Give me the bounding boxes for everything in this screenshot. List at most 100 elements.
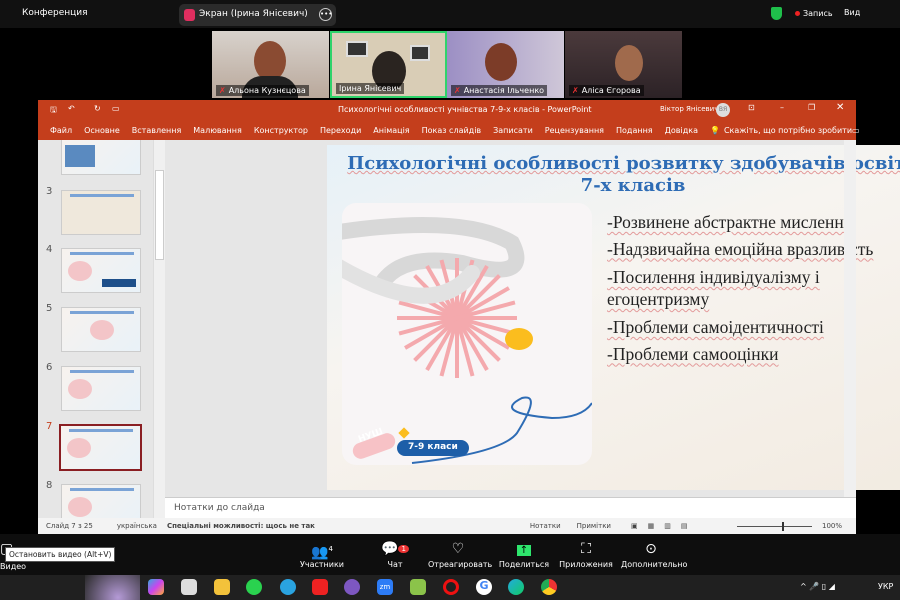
slide-thumbnails-panel: 3 4 5 6 7 8 xyxy=(38,140,165,518)
tab-animations[interactable]: Анімація xyxy=(373,126,409,135)
participant-name-text: Ірина Янісевич xyxy=(339,84,402,93)
tab-draw[interactable]: Малювання xyxy=(193,126,242,135)
slide-scrollbar[interactable] xyxy=(844,140,856,497)
zoom-app-icon[interactable]: zm xyxy=(377,579,393,595)
accessibility-status[interactable]: Спеціальні можливості: щось не так xyxy=(167,522,315,530)
comments-icon[interactable]: ▭ xyxy=(852,126,860,135)
bullet-item-continuation: егоцентризму xyxy=(607,289,710,309)
tab-design[interactable]: Конструктор xyxy=(254,126,308,135)
tab-slide-show[interactable]: Показ слайдів xyxy=(422,126,482,135)
ribbon-display-icon[interactable]: ⊡ xyxy=(748,103,755,112)
title-bar: 🖫 ↶ ↻ ▭ Психологічні особливості учнівст… xyxy=(38,100,856,120)
slide-thumbnail[interactable] xyxy=(61,140,141,175)
share-label: Поделиться xyxy=(498,560,550,569)
thumbnail-number-selected: 7 xyxy=(46,421,53,432)
chat-button[interactable]: 💬 1 Чат xyxy=(365,540,425,569)
participant-name: ✗ Альона Кузнєцова xyxy=(216,85,309,96)
recording-indicator[interactable]: Запись xyxy=(795,9,833,18)
copilot-icon[interactable] xyxy=(148,579,164,595)
apps-icon: ⛶ xyxy=(581,541,591,557)
windows-taskbar: zm G ^ 🎤 ▯ ◢ УКР xyxy=(0,575,900,600)
slide-title[interactable]: Психологічні особливості розвитку здобув… xyxy=(327,153,900,197)
participant-tile[interactable]: ✗ Аліса Єгорова xyxy=(565,31,682,98)
meeting-label[interactable]: Конференция xyxy=(22,8,88,18)
youtube-icon[interactable] xyxy=(312,579,328,595)
tab-file[interactable]: Файл xyxy=(50,126,72,135)
chrome-icon[interactable] xyxy=(541,579,557,595)
participant-name: ✗ Анастасія Ільченко xyxy=(451,85,548,96)
share-screen-icon xyxy=(184,9,195,21)
undo-icon[interactable]: ↶ xyxy=(68,104,75,113)
sunburst-shape xyxy=(397,258,517,378)
edge-icon[interactable] xyxy=(508,579,524,595)
tab-help[interactable]: Довідка xyxy=(665,126,698,135)
participant-name-text: Альона Кузнєцова xyxy=(228,86,306,95)
redo-icon[interactable]: ↻ xyxy=(94,104,101,113)
scroll-thumb[interactable] xyxy=(155,170,164,260)
apps-button[interactable]: ⛶ Приложения xyxy=(556,540,616,569)
participant-tile[interactable]: ✗ Альона Кузнєцова xyxy=(212,31,329,98)
telegram-icon[interactable] xyxy=(280,579,296,595)
slide-thumbnail[interactable] xyxy=(61,366,141,411)
participants-button[interactable]: 👥4 Участники xyxy=(292,540,352,569)
tab-home[interactable]: Основне xyxy=(84,126,120,135)
save-icon[interactable]: 🖫 xyxy=(50,104,57,118)
minimize-button[interactable]: – xyxy=(780,103,784,112)
view-buttons[interactable]: ▣▦▥▤ xyxy=(631,522,731,530)
thumbnails-scrollbar[interactable] xyxy=(153,140,165,518)
zoom-level[interactable]: 100% xyxy=(822,522,842,530)
widgets-image[interactable] xyxy=(85,575,140,600)
more-button[interactable]: ⊙ Дополнительно xyxy=(621,540,687,569)
more-options-icon[interactable]: ••• xyxy=(319,8,332,21)
slide-thumbnail[interactable] xyxy=(61,190,141,235)
tab-review[interactable]: Рецензування xyxy=(545,126,604,135)
notes-app-icon[interactable] xyxy=(410,579,426,595)
viber-icon[interactable] xyxy=(344,579,360,595)
slide-thumbnail[interactable] xyxy=(61,248,141,293)
share-arrow-icon: ↑ xyxy=(516,545,532,556)
screen-share-pill[interactable]: Экран (Ірина Янісевич) ••• xyxy=(179,4,336,26)
react-button[interactable]: ♡ Отреагировать xyxy=(428,540,492,569)
bullet-item: -Проблеми самооцінки xyxy=(607,343,779,364)
user-avatar[interactable]: ВЯ xyxy=(716,103,730,117)
restore-button[interactable]: ❐ xyxy=(808,103,815,112)
status-bar: Слайд 7 з 25 українська Спеціальні можли… xyxy=(38,518,856,534)
slide-thumbnail[interactable] xyxy=(61,307,141,352)
participant-tile[interactable]: ✗ Анастасія Ільченко xyxy=(447,31,564,98)
input-language[interactable]: УКР xyxy=(878,582,893,591)
tell-me-search[interactable]: Скажіть, що потрібно зробити xyxy=(724,126,852,135)
user-name[interactable]: Віктор Янісевич xyxy=(660,105,718,113)
meeting-controls: ▢Видео 👥4Участники 💬1Чат ♡Отреагировать … xyxy=(0,534,900,575)
opera-icon[interactable] xyxy=(443,579,459,595)
slide-illustration[interactable]: НУШ 7-9 класи xyxy=(342,203,592,465)
video-label: Видео xyxy=(0,562,27,571)
view-button[interactable]: Вид xyxy=(844,8,860,17)
slide-canvas[interactable]: Психологічні особливості розвитку здобув… xyxy=(327,145,900,490)
notes-toggle[interactable]: Нотатки xyxy=(530,522,561,530)
present-icon[interactable]: ▭ xyxy=(112,104,120,113)
google-icon[interactable]: G xyxy=(476,579,492,595)
slide-bullet-list[interactable]: -Розвинене абстрактне мислення -Надзвича… xyxy=(607,209,873,367)
close-button[interactable]: ✕ xyxy=(836,102,844,113)
file-explorer-icon[interactable] xyxy=(214,579,230,595)
slide-thumbnail-selected[interactable] xyxy=(59,424,142,471)
participant-tile-active-speaker[interactable]: Ірина Янісевич xyxy=(330,31,447,98)
share-button[interactable]: ↑ Поделиться xyxy=(494,540,554,569)
encryption-shield-icon[interactable] xyxy=(771,7,782,20)
slide-title-line1: Психологічні особливості розвитку здобув… xyxy=(347,153,900,174)
tab-transitions[interactable]: Переходи xyxy=(320,126,361,135)
slide-thumbnail[interactable] xyxy=(61,484,141,518)
lightbulb-icon: 💡 xyxy=(709,125,720,135)
language-status[interactable]: українська xyxy=(117,522,157,530)
ribbon-tabs: Файл Основне Вставлення Малювання Констр… xyxy=(38,120,860,140)
zoom-slider[interactable] xyxy=(736,521,812,531)
notes-pane[interactable]: Нотатки до слайда xyxy=(165,497,856,518)
tab-view[interactable]: Подання xyxy=(616,126,653,135)
whatsapp-icon[interactable] xyxy=(246,579,262,595)
comments-toggle[interactable]: Примітки xyxy=(577,522,611,530)
store-icon[interactable] xyxy=(181,579,197,595)
tab-record[interactable]: Записати xyxy=(493,126,533,135)
tab-insert[interactable]: Вставлення xyxy=(132,126,181,135)
tray-icons[interactable]: ^ 🎤 ▯ ◢ xyxy=(800,582,835,591)
chat-badge: 1 xyxy=(398,545,409,553)
